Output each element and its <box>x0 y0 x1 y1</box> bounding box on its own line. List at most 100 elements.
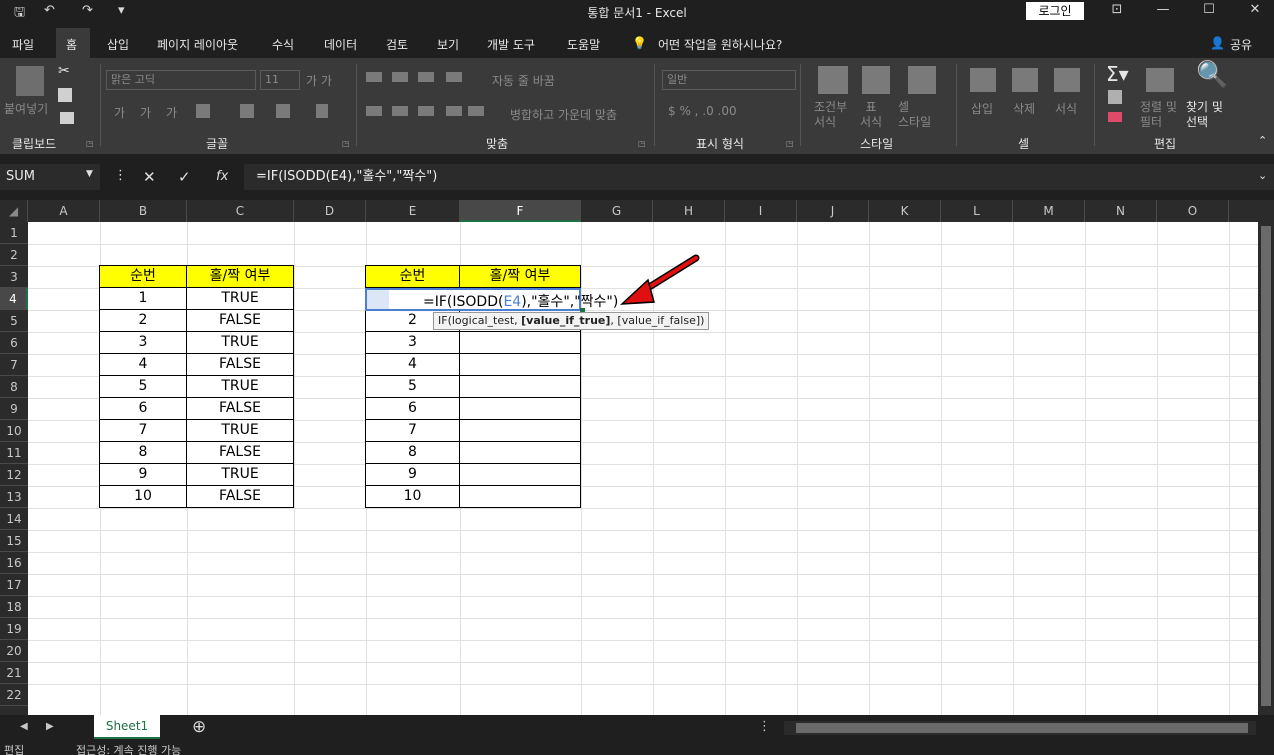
column-header[interactable]: L <box>941 200 1013 222</box>
row-header[interactable]: 14 <box>0 508 28 530</box>
table-cell[interactable] <box>459 331 581 354</box>
tab-data[interactable]: 데이터 <box>324 36 357 53</box>
table-cell[interactable]: TRUE <box>186 287 294 310</box>
table-cell[interactable] <box>459 441 581 464</box>
currency-icon[interactable]: $ % , .0 .00 <box>668 104 737 118</box>
grow-font-icon[interactable]: 가 가 <box>306 72 332 89</box>
row-header[interactable]: 15 <box>0 530 28 552</box>
login-button[interactable]: 로그인 <box>1026 2 1084 20</box>
number-launcher-icon[interactable]: ◳ <box>786 139 794 148</box>
table-cell[interactable]: 6 <box>365 397 460 420</box>
align-right-icon[interactable] <box>418 106 434 116</box>
row-header[interactable]: 13 <box>0 486 28 508</box>
table-cell[interactable]: TRUE <box>186 463 294 486</box>
align-center-icon[interactable] <box>392 106 408 116</box>
tab-home[interactable]: 홈 <box>66 36 77 53</box>
table-cell[interactable]: FALSE <box>186 397 294 420</box>
insert-function-button[interactable]: fx <box>216 169 228 184</box>
table-cell[interactable]: 10 <box>99 485 187 508</box>
increase-indent-icon[interactable] <box>468 106 484 116</box>
cell-styles-icon[interactable] <box>908 66 936 94</box>
row-header[interactable]: 3 <box>0 266 28 288</box>
tab-formulas[interactable]: 수식 <box>272 36 294 53</box>
autosum-icon[interactable]: Σ▾ <box>1106 62 1129 86</box>
table-cell[interactable]: TRUE <box>186 419 294 442</box>
table-cell[interactable] <box>459 375 581 398</box>
conditional-format-button[interactable]: 조건부 서식 <box>814 100 847 130</box>
paste-icon[interactable] <box>16 66 44 96</box>
table-cell[interactable]: 4 <box>365 353 460 376</box>
table-header-cell[interactable]: 순번 <box>99 265 187 288</box>
alignment-launcher-icon[interactable]: ◳ <box>638 139 646 148</box>
row-header[interactable]: 5 <box>0 310 28 332</box>
table-cell[interactable]: FALSE <box>186 441 294 464</box>
row-header[interactable]: 22 <box>0 684 28 706</box>
select-all-corner[interactable]: ◢ <box>0 200 28 222</box>
table-cell[interactable]: FALSE <box>186 353 294 376</box>
row-header[interactable]: 16 <box>0 552 28 574</box>
tab-insert[interactable]: 삽입 <box>107 36 129 53</box>
table-cell[interactable]: FALSE <box>186 485 294 508</box>
format-cells-button[interactable]: 서식 <box>1055 100 1077 117</box>
table-cell[interactable]: 1 <box>99 287 187 310</box>
share-button[interactable]: 공유 <box>1230 36 1252 53</box>
align-bottom-icon[interactable] <box>418 72 434 82</box>
merge-center-button[interactable]: 병합하고 가운데 맞춤 <box>510 106 617 123</box>
table-cell[interactable]: 9 <box>365 463 460 486</box>
tab-split-icon[interactable]: ⋮ <box>758 719 771 734</box>
orientation-icon[interactable] <box>446 72 462 82</box>
name-box-dropdown-icon[interactable]: ▼ <box>86 169 93 179</box>
delete-cells-button[interactable]: 삭제 <box>1013 100 1035 117</box>
format-as-table-button[interactable]: 표 서식 <box>860 100 882 130</box>
format-painter-icon[interactable] <box>60 112 74 124</box>
table-cell[interactable] <box>459 353 581 376</box>
table-cell[interactable] <box>459 463 581 486</box>
tooltip-current-arg[interactable]: [value_if_true] <box>521 314 610 327</box>
sort-filter-icon[interactable] <box>1146 68 1174 92</box>
column-header[interactable]: E <box>366 200 460 222</box>
sheet-tab-active[interactable]: Sheet1 <box>94 715 160 739</box>
name-box[interactable]: SUM <box>0 164 100 190</box>
expand-formula-icon[interactable]: ⌄ <box>1258 169 1267 182</box>
wrap-text-button[interactable]: 자동 줄 바꿈 <box>492 72 555 89</box>
worksheet-grid[interactable]: 순번 홀/짝 여부 1 TRUE 2 FALSE 3 TRUE 4 FALSE … <box>28 222 1258 715</box>
format-cells-icon[interactable] <box>1054 68 1080 92</box>
row-header[interactable]: 20 <box>0 640 28 662</box>
column-header[interactable]: H <box>653 200 725 222</box>
tab-help[interactable]: 도움말 <box>567 36 600 53</box>
row-header[interactable]: 10 <box>0 420 28 442</box>
sort-filter-button[interactable]: 정렬 및 필터 <box>1140 100 1177 130</box>
find-select-icon[interactable]: 🔍 <box>1196 60 1228 90</box>
delete-cells-icon[interactable] <box>1012 68 1038 92</box>
insert-cells-icon[interactable] <box>970 68 996 92</box>
table-cell[interactable]: 10 <box>365 485 460 508</box>
bold-button[interactable]: 가 <box>114 104 125 121</box>
tab-review[interactable]: 검토 <box>386 36 408 53</box>
table-cell[interactable]: 6 <box>99 397 187 420</box>
tab-file[interactable]: 파일 <box>12 36 34 53</box>
table-cell[interactable]: TRUE <box>186 331 294 354</box>
formula-input[interactable]: =IF(ISODD(E4),"홀수","짝수") <box>244 164 1274 190</box>
table-cell[interactable]: 3 <box>365 331 460 354</box>
table-cell[interactable]: 5 <box>99 375 187 398</box>
conditional-format-icon[interactable] <box>818 66 848 94</box>
format-as-table-icon[interactable] <box>862 66 890 94</box>
row-header[interactable]: 2 <box>0 244 28 266</box>
cell-styles-button[interactable]: 셀 스타일 <box>898 100 931 130</box>
column-header[interactable]: M <box>1013 200 1085 222</box>
minimize-icon[interactable]: — <box>1148 2 1178 17</box>
column-header[interactable]: I <box>725 200 797 222</box>
font-size-combo[interactable]: 11 <box>260 70 300 90</box>
clipboard-launcher-icon[interactable]: ◳ <box>86 139 94 148</box>
row-header[interactable]: 17 <box>0 574 28 596</box>
column-header[interactable]: C <box>187 200 294 222</box>
row-header[interactable]: 6 <box>0 332 28 354</box>
table-cell[interactable] <box>459 419 581 442</box>
tab-page-layout[interactable]: 페이지 레이아웃 <box>157 36 238 53</box>
column-header[interactable]: J <box>797 200 869 222</box>
table-cell[interactable] <box>459 485 581 508</box>
row-header-active[interactable]: 4 <box>0 288 28 310</box>
align-middle-icon[interactable] <box>392 72 408 82</box>
table-header-cell[interactable]: 순번 <box>365 265 460 288</box>
align-left-icon[interactable] <box>366 106 382 116</box>
